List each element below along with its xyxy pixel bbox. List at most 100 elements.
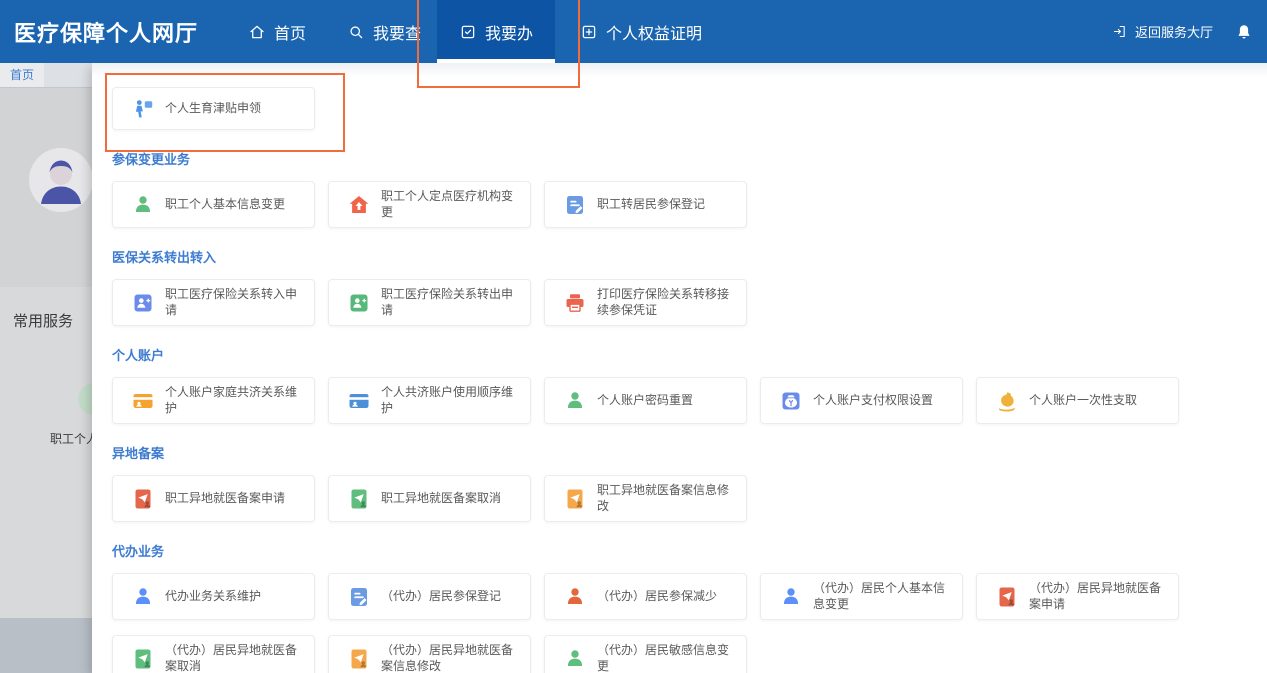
service-card[interactable]: （代办）居民异地就医备案申请 [976, 573, 1179, 620]
nav-item-label: 首页 [274, 20, 306, 44]
section-title: 代办业务 [112, 541, 1252, 560]
service-card-label: 个人生育津贴申领 [165, 101, 261, 117]
service-card[interactable]: （代办）居民个人基本信息变更 [760, 573, 963, 620]
person-icon [131, 585, 155, 609]
service-card[interactable]: 个人账户家庭共济关系维护 [112, 377, 315, 424]
service-card-label: （代办）居民参保减少 [597, 589, 717, 605]
service-card[interactable]: （代办）居民参保减少 [544, 573, 747, 620]
doc-plane-icon [131, 647, 155, 671]
doc-plane-icon [347, 647, 371, 671]
house-icon [347, 193, 371, 217]
return-hall-button[interactable]: 返回服务大厅 [1112, 22, 1213, 41]
service-card[interactable]: 个人账户支付权限设置 [760, 377, 963, 424]
service-card-label: （代办）居民个人基本信息变更 [813, 581, 956, 612]
service-card[interactable]: 职工个人基本信息变更 [112, 181, 315, 228]
doc-plane-icon [131, 487, 155, 511]
service-card-label: 个人账户支付权限设置 [813, 393, 933, 409]
service-card[interactable]: 职工异地就医备案信息修改 [544, 475, 747, 522]
service-card-label: 职工异地就医备案信息修改 [597, 483, 740, 514]
nav-item-home[interactable]: 首页 [248, 0, 306, 63]
service-card-label: （代办）居民异地就医备案申请 [1029, 581, 1172, 612]
nav-item-certificate[interactable]: 个人权益证明 [580, 0, 702, 63]
service-card-label: 打印医疗保险关系转移接续参保凭证 [597, 287, 740, 318]
section-title: 医保关系转出转入 [112, 247, 1252, 266]
bag-square-icon [779, 389, 803, 413]
service-card[interactable]: （代办）居民敏感信息变更 [544, 635, 747, 673]
common-services-title: 常用服务 [13, 310, 73, 331]
person-icon [779, 585, 803, 609]
service-label-partial: 职工个人 [50, 430, 98, 447]
service-card-label: 职工转居民参保登记 [597, 197, 705, 213]
doc-plane-icon [563, 487, 587, 511]
service-card-label: （代办）居民异地就医备案信息修改 [381, 643, 524, 673]
service-card-label: （代办）居民敏感信息变更 [597, 643, 740, 673]
card-row: 职工医疗保险关系转入申请 职工医疗保险关系转出申请 打印医疗保险关系转移接续参保凭证 [112, 279, 1252, 326]
bell-icon[interactable] [1235, 23, 1253, 41]
exit-icon [1112, 24, 1127, 39]
nav-item-label: 我要查 [373, 20, 421, 44]
card-icon [131, 389, 155, 413]
card-row: 代办业务关系维护 （代办）居民参保登记 （代办）居民参保减少 （代办）居民个人基本信息… [112, 573, 1252, 673]
nav-item-search[interactable]: 我要查 [347, 0, 421, 63]
app-window: 首页 常用服务 职工个人 个人生育津贴申领参保变更业务职工个人基本信息变更职工个… [0, 0, 1267, 673]
nav-item-label: 个人权益证明 [606, 20, 702, 44]
service-card-label: （代办）居民异地就医备案取消 [165, 643, 308, 673]
app-title: 医疗保障个人网厅 [14, 0, 198, 63]
service-card[interactable]: 职工异地就医备案申请 [112, 475, 315, 522]
service-card[interactable]: 个人共济账户使用顺序维护 [328, 377, 531, 424]
service-card-label: 职工个人定点医疗机构变更 [381, 189, 524, 220]
service-card-label: 代办业务关系维护 [165, 589, 261, 605]
service-card-label: 职工医疗保险关系转入申请 [165, 287, 308, 318]
card-row: 职工个人基本信息变更 职工个人定点医疗机构变更 职工转居民参保登记 [112, 181, 1252, 228]
badge-person-icon [131, 291, 155, 315]
hand-bag-icon [995, 389, 1019, 413]
service-card-label: 职工异地就医备案取消 [381, 491, 501, 507]
service-card-label: 职工个人基本信息变更 [165, 197, 285, 213]
service-card[interactable]: 职工医疗保险关系转入申请 [112, 279, 315, 326]
service-card-label: 职工医疗保险关系转出申请 [381, 287, 524, 318]
doc-lines-icon [563, 193, 587, 217]
service-card[interactable]: （代办）居民异地就医备案信息修改 [328, 635, 531, 673]
section-title: 参保变更业务 [112, 149, 1252, 168]
return-hall-label: 返回服务大厅 [1135, 22, 1213, 41]
person-icon [563, 389, 587, 413]
nav-item-label: 我要办 [485, 20, 533, 44]
service-card[interactable]: 代办业务关系维护 [112, 573, 315, 620]
doc-plane-icon [347, 487, 371, 511]
service-card[interactable]: 打印医疗保险关系转移接续参保凭证 [544, 279, 747, 326]
search-icon [347, 23, 365, 41]
nav-item-tasks[interactable]: 我要办 [437, 0, 555, 63]
service-card[interactable]: 职工医疗保险关系转出申请 [328, 279, 531, 326]
section-title: 个人账户 [112, 345, 1252, 364]
service-card-label: （代办）居民参保登记 [381, 589, 501, 605]
home-icon [248, 23, 266, 41]
tab-home[interactable]: 首页 [0, 63, 44, 87]
printer-icon [563, 291, 587, 315]
service-card[interactable]: （代办）居民参保登记 [328, 573, 531, 620]
service-card[interactable]: 个人账户一次性支取 [976, 377, 1179, 424]
top-nav: 医疗保障个人网厅 首页 我要查 我要办 个人权益证明 返回服务大厅 [0, 0, 1267, 63]
certificate-icon [580, 23, 598, 41]
service-card[interactable]: 职工转居民参保登记 [544, 181, 747, 228]
service-card-label: 个人共济账户使用顺序维护 [381, 385, 524, 416]
service-card[interactable]: （代办）居民异地就医备案取消 [112, 635, 315, 673]
avatar-person-icon [29, 148, 93, 212]
badge-person-icon [347, 291, 371, 315]
nav-right: 返回服务大厅 [1112, 0, 1253, 63]
doc-lines-icon [347, 585, 371, 609]
maternity-icon [131, 97, 155, 121]
service-card[interactable]: 职工个人定点医疗机构变更 [328, 181, 531, 228]
service-card-label: 个人账户家庭共济关系维护 [165, 385, 308, 416]
service-card[interactable]: 职工异地就医备案取消 [328, 475, 531, 522]
person-icon [563, 585, 587, 609]
person-icon [131, 193, 155, 217]
mega-menu-panel: 个人生育津贴申领参保变更业务职工个人基本信息变更 职工个人定点医疗机构变更 职工转居… [92, 63, 1267, 673]
tasks-icon [459, 23, 477, 41]
section-title: 异地备案 [112, 443, 1252, 462]
doc-plane-icon [995, 585, 1019, 609]
card-icon [347, 389, 371, 413]
avatar [29, 148, 93, 212]
service-card[interactable]: 个人生育津贴申领 [112, 87, 315, 130]
service-card-label: 职工异地就医备案申请 [165, 491, 285, 507]
service-card[interactable]: 个人账户密码重置 [544, 377, 747, 424]
